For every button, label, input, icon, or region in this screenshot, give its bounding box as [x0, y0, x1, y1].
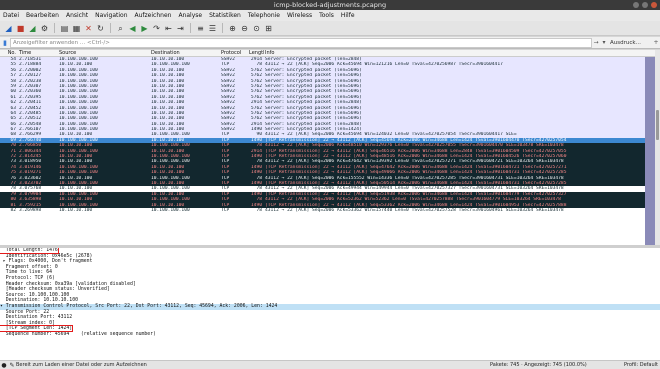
packet-details: Total Length: 1476 Identification: 0x46e… — [0, 248, 660, 360]
packet-source: 10.10.10.100 — [59, 207, 93, 213]
packet-list-scrollbar[interactable] — [655, 50, 660, 245]
detail-line[interactable]: Sequence number: 45694 (relative sequenc… — [0, 332, 660, 338]
stop-icon[interactable]: ■ — [16, 24, 25, 33]
maximize-button[interactable] — [642, 2, 648, 8]
detail-text: [Stream index: 0] — [0, 320, 55, 326]
menu-aufzeichnen[interactable]: Aufzeichnen — [135, 12, 172, 19]
resize-columns-icon[interactable]: ⊞ — [264, 24, 273, 33]
window-titlebar: icmp-blocked-adjustments.pcapng — [0, 0, 660, 10]
autoscroll-icon[interactable]: ≡ — [196, 24, 205, 33]
column-header-time[interactable]: Time — [18, 50, 58, 56]
shark-fin-start-icon[interactable]: ◢ — [4, 24, 13, 33]
detail-text: ▸ Flags: 0x4000, Don't fragment — [0, 259, 93, 265]
toolbar-separator — [222, 23, 223, 33]
column-header-destination[interactable]: Destination — [150, 50, 220, 56]
add-filter-button-icon[interactable]: + — [652, 39, 660, 46]
filter-dropdown-icon[interactable]: ▾ — [600, 39, 608, 46]
detail-text: Destination Port: 43112 — [0, 315, 73, 321]
expert-info-icon[interactable]: ● — [0, 362, 8, 369]
column-header-no[interactable]: No. — [0, 50, 18, 56]
toolbar-separator — [110, 23, 111, 33]
packet-list: No. Time Source Destination Protocol Len… — [0, 50, 660, 245]
packet-minimap[interactable] — [645, 57, 655, 245]
colorize-icon[interactable]: ☰ — [208, 24, 217, 33]
packet-protocol: TCP — [221, 207, 230, 213]
menu-ansicht[interactable]: Ansicht — [66, 12, 88, 19]
minimize-button[interactable] — [633, 2, 639, 8]
zoom-in-icon[interactable]: ⊕ — [228, 24, 237, 33]
main-toolbar: ◢ ■ ◢ ⚙ ▤ ▦ ✕ ↻ ⌕ ◀ ▶ ↷ ⇤ ⇥ ≡ ☰ ⊕ ⊖ ⊙ ⊞ — [0, 21, 660, 36]
forward-arrow-icon[interactable]: ▶ — [140, 24, 149, 33]
highlighted-field-text: Total Length: 1476 — [0, 248, 59, 254]
detail-text: Identification: 0x46e5c (2678) — [0, 253, 93, 259]
menu-wireless[interactable]: Wireless — [287, 12, 312, 19]
status-ready-text: Bereit zum Laden einer Datei oder zum Au… — [16, 362, 147, 368]
menu-statistiken[interactable]: Statistiken — [209, 12, 241, 19]
packet-no: 82 — [10, 207, 16, 213]
status-bar: ● ✎ Bereit zum Laden einer Datei oder zu… — [0, 360, 660, 369]
toolbar-separator — [54, 23, 55, 33]
first-icon[interactable]: ⇤ — [164, 24, 173, 33]
detail-lines: Total Length: 1476 Identification: 0x46e… — [0, 248, 660, 338]
detail-text: Time to live: 64 — [0, 270, 52, 276]
save-icon[interactable]: ▦ — [72, 24, 81, 33]
packet-destination: 10.100.100.100 — [151, 207, 190, 213]
display-filter-bar: ▮ Anzeigefilter anwenden … <Ctrl-/> → ▾ … — [0, 37, 660, 49]
packet-time: 3.269898 — [19, 207, 42, 213]
close-window-button[interactable] — [651, 2, 657, 8]
last-icon[interactable]: ⇥ — [176, 24, 185, 33]
display-filter-input[interactable]: Anzeigefilter anwenden … <Ctrl-/> — [10, 37, 592, 48]
packet-length: 78 — [256, 207, 262, 213]
detail-text: Sequence number: 45694 (relative sequenc… — [0, 331, 156, 337]
window-controls — [633, 2, 657, 8]
menu-bearbeiten[interactable]: Bearbeiten — [26, 12, 59, 19]
column-header-protocol[interactable]: Protocol — [220, 50, 248, 56]
toolbar-separator — [190, 23, 191, 33]
column-header-info[interactable]: Info — [264, 50, 660, 56]
jump-icon[interactable]: ↷ — [152, 24, 161, 33]
menu-navigation[interactable]: Navigation — [95, 12, 127, 19]
packet-info: 43112 → 22 [ACK] Seq=2006 Ack=53362 Win=… — [265, 207, 564, 213]
menu-analyse[interactable]: Analyse — [178, 12, 202, 19]
profile-label[interactable]: Profil: Default — [620, 362, 660, 368]
search-icon[interactable]: ⌕ — [116, 24, 125, 33]
detail-text: Destination: 10.10.10.100 — [0, 298, 78, 304]
restart-icon[interactable]: ◢ — [28, 24, 37, 33]
capture-comment-icon[interactable]: ✎ — [8, 362, 16, 369]
detail-text: [Header checksum status: Unverified] — [0, 287, 110, 293]
column-header-source[interactable]: Source — [58, 50, 150, 56]
detail-text: Header checksum: 0xa39a [validation disa… — [0, 281, 136, 287]
scrollbar-thumb[interactable] — [656, 110, 659, 140]
packet-stats: Pakete: 745 · Angezeigt: 745 (100.0%) — [490, 362, 587, 368]
options-gear-icon[interactable]: ⚙ — [40, 24, 49, 33]
packet-list-header: No. Time Source Destination Protocol Len… — [0, 50, 660, 57]
menu-datei[interactable]: Datei — [3, 12, 19, 19]
packet-rows: 54 2.718531 10.100.100.100 10.10.10.100 SSHv… — [0, 57, 660, 214]
menu-bar: Datei Bearbeiten Ansicht Navigation Aufz… — [0, 10, 660, 21]
apply-filter-arrow-icon[interactable]: → — [592, 39, 600, 46]
back-arrow-icon[interactable]: ◀ — [128, 24, 137, 33]
detail-text: Protocol: TCP (6) — [0, 275, 55, 281]
menu-hilfe[interactable]: Hilfe — [341, 12, 355, 19]
menu-tools[interactable]: Tools — [319, 12, 334, 19]
menu-telephonie[interactable]: Telephonie — [248, 12, 280, 19]
reload-icon[interactable]: ↻ — [96, 24, 105, 33]
bookmark-icon[interactable]: ▮ — [0, 39, 10, 47]
detail-text: ▾ Transmission Control Protocol, Src Por… — [0, 303, 278, 309]
zoom-reset-icon[interactable]: ⊙ — [252, 24, 261, 33]
window-title: icmp-blocked-adjustments.pcapng — [273, 1, 387, 9]
open-folder-icon[interactable]: ▤ — [60, 24, 69, 33]
detail-text: Source: 10.100.100.100 — [0, 292, 70, 298]
highlighted-field-text: [TCP Segment Len: 1424] — [0, 325, 74, 333]
expression-button[interactable]: Ausdruck… — [608, 40, 652, 46]
column-header-length[interactable]: Length — [248, 50, 264, 56]
close-file-icon[interactable]: ✕ — [84, 24, 93, 33]
detail-text: Source Port: 22 — [0, 309, 50, 315]
zoom-out-icon[interactable]: ⊖ — [240, 24, 249, 33]
packet-row[interactable]: 82 3.269898 10.10.10.100 10.100.100.100 TCP 7… — [0, 207, 660, 214]
